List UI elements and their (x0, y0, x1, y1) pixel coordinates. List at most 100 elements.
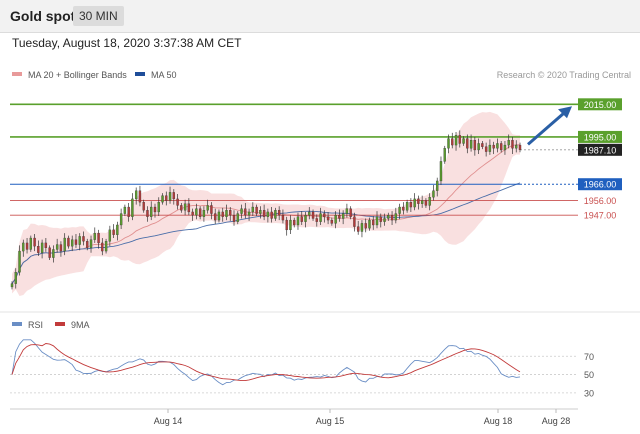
candle-body (22, 242, 25, 252)
candle-body (63, 237, 66, 252)
candle-body (108, 229, 112, 242)
candle-body (274, 210, 277, 219)
candle-body (240, 208, 243, 214)
candle-body (496, 143, 499, 149)
candle-body (71, 239, 74, 247)
candle-body (289, 219, 292, 231)
candle-body (217, 211, 221, 221)
candle-body (97, 232, 100, 244)
candle-body (383, 218, 386, 222)
candle-body (285, 219, 288, 231)
support-level-label: 1956.00 (584, 196, 617, 206)
candle-body (127, 206, 130, 217)
pivot-level-label: 1966.00 (584, 180, 617, 190)
candle-body (334, 215, 337, 224)
rsi-legend: RSI 9MA (12, 320, 90, 330)
candle-body (191, 211, 194, 216)
candle-body (82, 236, 85, 242)
candle-body (311, 211, 315, 219)
time-axis: Aug 14 Aug 15 Aug 18 Aug 28 (10, 408, 578, 426)
candle-body (138, 190, 142, 203)
rsi-legend-label: RSI (28, 320, 43, 330)
candle-body (142, 202, 145, 211)
candle-body (341, 213, 345, 219)
candle-body (277, 210, 281, 216)
candle-body (473, 140, 477, 151)
candle-body (417, 198, 420, 204)
rsi-tick-label: 70 (584, 352, 594, 362)
candle-body (37, 246, 40, 253)
candle-body (488, 144, 492, 152)
candle-body (353, 216, 356, 227)
rsi-ma-line (11, 343, 521, 382)
candle-body (131, 198, 134, 217)
candle-body (319, 213, 322, 222)
bollinger-bands (12, 111, 520, 297)
candle-body (454, 135, 458, 146)
candle-body (232, 215, 236, 222)
candle-body (338, 215, 341, 219)
candle-body (372, 219, 375, 226)
candle-body (33, 237, 36, 247)
resistance-level-label: 2015.00 (584, 100, 617, 110)
rsi-ma-legend-label: 9MA (71, 320, 90, 330)
candle-body (424, 200, 428, 206)
bollinger-band-area (12, 111, 520, 297)
candle-body (293, 219, 296, 226)
level-labels: 2015.00 1995.00 1987.10 1966.00 1956.00 1947.… (578, 98, 622, 221)
candle-body (10, 283, 14, 288)
candle-body (112, 229, 115, 235)
rsi-tick-label: 30 (584, 388, 594, 398)
candle-body (326, 216, 330, 221)
candle-body (436, 180, 439, 191)
target-arrow-shaft (527, 110, 567, 146)
candle-body (462, 138, 465, 144)
candle-body (484, 146, 488, 152)
candle-body (78, 236, 81, 245)
bollinger-legend-swatch (12, 72, 22, 76)
candle-body (198, 208, 202, 217)
support-level-label: 1947.00 (584, 211, 617, 221)
candle-body (451, 138, 454, 146)
candle-body (225, 210, 228, 217)
rsi-ma-legend-swatch (55, 322, 65, 326)
candle-body (52, 249, 55, 258)
candle-body (345, 208, 349, 214)
candle-body (368, 219, 371, 229)
candle-body (180, 205, 183, 211)
rsi-grid: 70 50 30 (10, 352, 594, 398)
candle-body (330, 219, 334, 224)
candle-body (25, 242, 29, 250)
candle-body (134, 190, 138, 200)
candle-body (315, 218, 318, 222)
candle-body (67, 237, 70, 247)
candle-body (161, 195, 164, 203)
candle-body (477, 143, 480, 151)
candle-body (300, 216, 303, 222)
candle-body (466, 138, 469, 149)
bollinger-legend-label: MA 20 + Bollinger Bands (28, 70, 127, 80)
candle-body (405, 202, 409, 211)
candle-body (518, 144, 522, 150)
target-arrow (527, 106, 572, 146)
candle-body (172, 192, 175, 200)
candle-body (86, 241, 89, 248)
candle-body (357, 226, 360, 232)
candle-body (93, 232, 96, 240)
candle-body (55, 244, 59, 250)
candle-body (40, 242, 44, 253)
candle-body (18, 250, 21, 273)
candle-body (14, 272, 17, 284)
candle-body (59, 244, 63, 252)
candle-body (447, 138, 450, 149)
candle-body (390, 215, 394, 221)
candle-body (150, 206, 153, 217)
candle-body (157, 202, 160, 213)
candle-body (187, 203, 191, 213)
candle-body (221, 211, 224, 217)
candle-body (183, 203, 187, 211)
candle-body (119, 213, 123, 226)
candle-body (432, 190, 435, 198)
candle-body (398, 206, 401, 214)
x-tick-label: Aug 15 (316, 416, 345, 426)
